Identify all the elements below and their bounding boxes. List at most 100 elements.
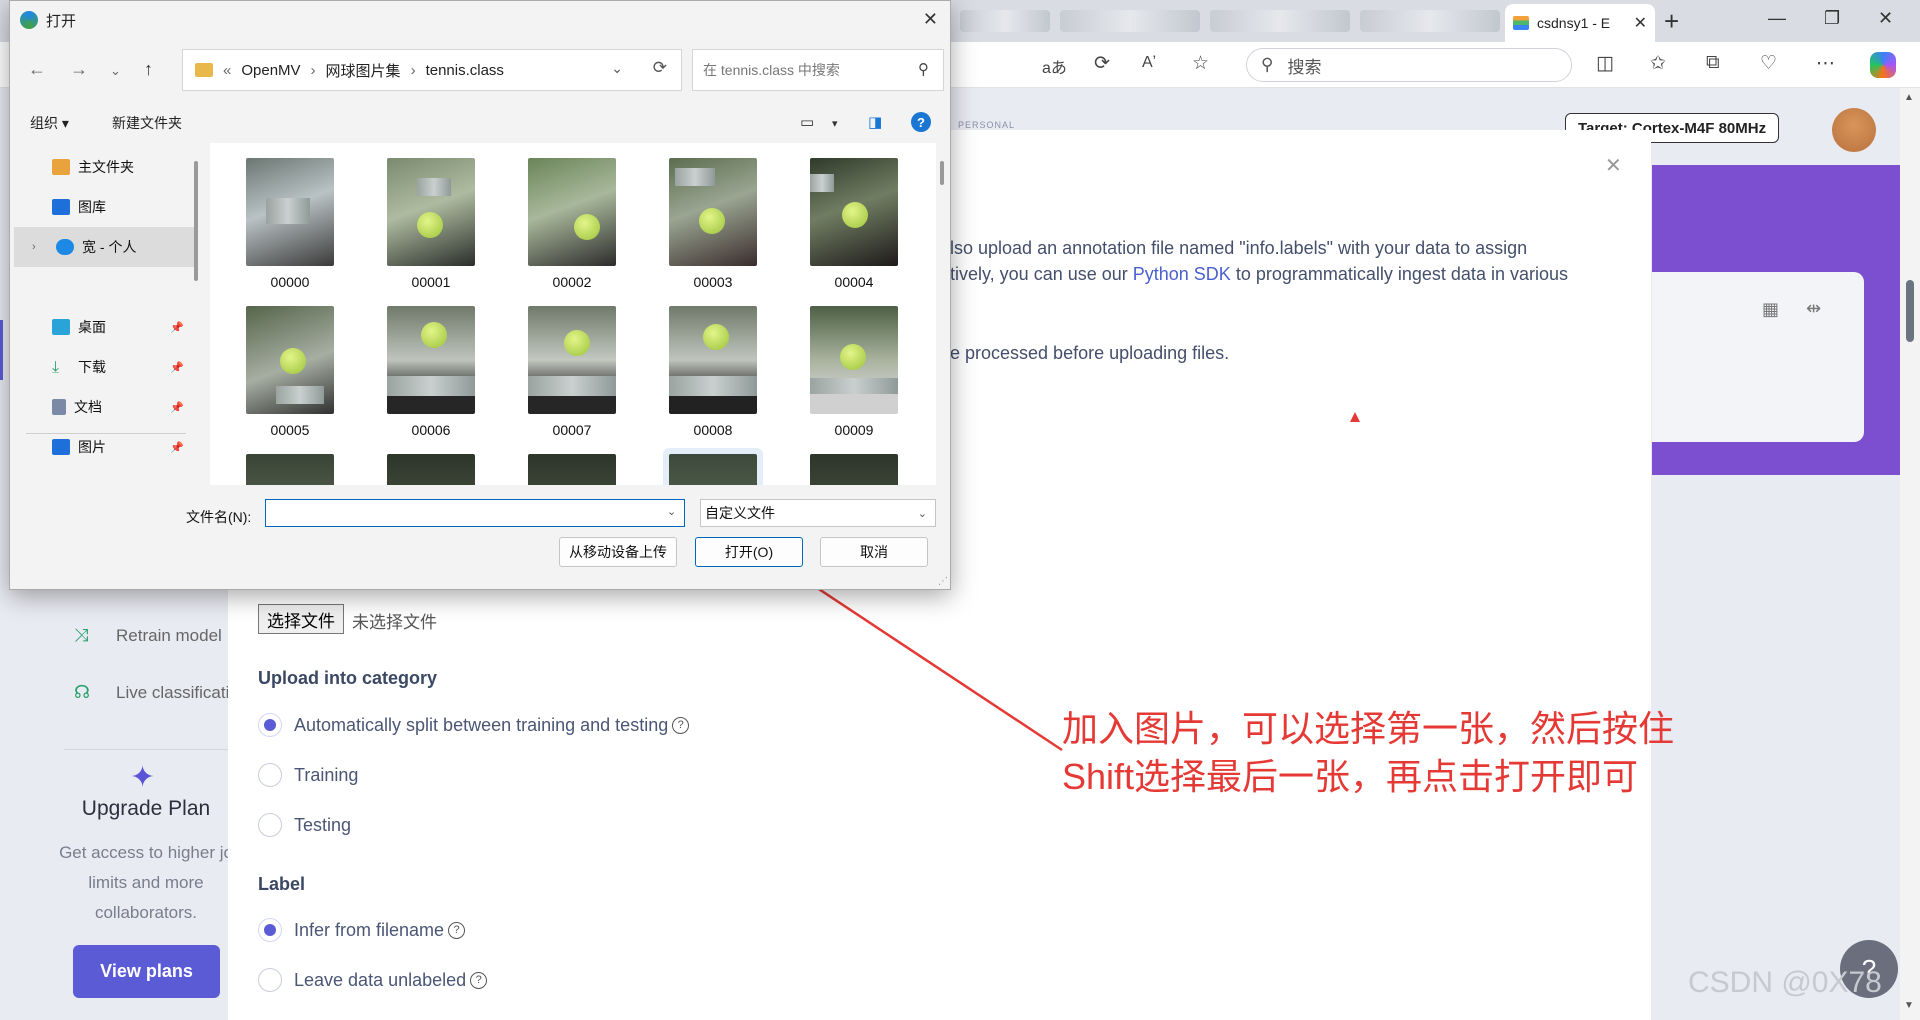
help-icon[interactable]: ? <box>672 716 690 734</box>
blurred-tab[interactable] <box>960 10 1050 32</box>
organize-button[interactable]: 组织 ▾ <box>30 113 69 133</box>
upload-from-mobile-button[interactable]: 从移动设备上传 <box>559 537 677 567</box>
radio-infer-filename[interactable]: Infer from filename ? <box>258 918 466 942</box>
recent-chevron-icon[interactable]: ⌄ <box>110 63 121 79</box>
radio-button[interactable] <box>258 968 282 992</box>
split-screen-icon[interactable]: ◫ <box>1596 52 1614 75</box>
file-item[interactable]: 00003 <box>669 158 757 290</box>
resize-grip-icon[interactable]: ⋰ <box>938 576 948 587</box>
forward-arrow-icon[interactable]: → <box>70 59 88 80</box>
preview-pane-icon[interactable]: ◨ <box>868 113 882 131</box>
active-tab[interactable]: csdnsy1 - E ✕ <box>1505 4 1655 42</box>
choose-file-button[interactable]: 选择文件 <box>258 604 344 634</box>
sidebar-item-retrain[interactable]: ⤨ Retrain model <box>74 625 222 646</box>
pin-icon[interactable]: 📌 <box>170 401 184 414</box>
radio-button[interactable] <box>258 763 282 787</box>
copilot-icon[interactable] <box>1870 52 1896 78</box>
modal-description-line1: lso upload an annotation file named "inf… <box>950 238 1528 258</box>
file-item[interactable]: 00004 <box>810 158 898 290</box>
chevron-down-icon[interactable]: ⌄ <box>667 505 676 518</box>
file-item[interactable] <box>528 454 616 485</box>
translate-icon[interactable]: aあ <box>1042 54 1067 78</box>
new-folder-button[interactable]: 新建文件夹 <box>112 113 182 133</box>
favorite-star-icon[interactable]: ☆ <box>1192 52 1209 75</box>
pin-icon[interactable]: 📌 <box>170 321 184 334</box>
filename-input[interactable] <box>265 499 685 527</box>
breadcrumb-item[interactable]: tennis.class <box>426 62 504 79</box>
sidebar-item-onedrive[interactable]: › 宽 - 个人 <box>14 227 194 267</box>
file-item[interactable]: 00007 <box>528 306 616 438</box>
restore-icon[interactable]: ❐ <box>1824 8 1840 29</box>
dialog-close-icon[interactable]: ✕ <box>923 9 938 30</box>
scroll-up-icon[interactable]: ▲ <box>1904 92 1914 103</box>
radio-leave-unlabeled[interactable]: Leave data unlabeled ? <box>258 968 488 992</box>
health-icon[interactable]: ♡ <box>1760 52 1777 75</box>
pin-icon[interactable]: 📌 <box>170 441 184 454</box>
more-menu-icon[interactable]: ⋯ <box>1816 52 1835 75</box>
radio-button[interactable] <box>258 713 282 737</box>
blurred-tab[interactable] <box>1060 10 1200 32</box>
view-dropdown-icon[interactable]: ▾ <box>832 117 838 130</box>
help-icon[interactable]: ? <box>470 971 488 989</box>
read-aloud-icon[interactable]: Aʼ <box>1142 54 1156 72</box>
breadcrumb-item[interactable]: OpenMV <box>241 62 300 79</box>
sidebar-item-live-classification[interactable]: ☊ Live classificati <box>74 682 229 703</box>
file-item[interactable]: 00008 <box>669 306 757 438</box>
file-item[interactable] <box>246 454 334 485</box>
window-close-icon[interactable]: ✕ <box>1878 8 1893 29</box>
sidebar-item-pictures[interactable]: 图片 📌 <box>10 427 190 467</box>
close-tab-icon[interactable]: ✕ <box>1634 13 1647 33</box>
address-bar[interactable]: « OpenMV › 网球图片集 › tennis.class ⌄ ⟳ <box>182 49 682 91</box>
dialog-search-input[interactable]: 在 tennis.class 中搜索 ⚲ <box>692 49 944 91</box>
minimize-icon[interactable]: — <box>1768 8 1786 29</box>
up-arrow-icon[interactable]: ↑ <box>144 59 153 80</box>
view-mode-icon[interactable]: ▭ <box>800 113 814 131</box>
radio-training[interactable]: Training <box>258 763 358 787</box>
help-icon[interactable]: ? <box>448 921 466 939</box>
back-arrow-icon[interactable]: ← <box>28 59 46 80</box>
scroll-thumb[interactable] <box>1906 280 1914 342</box>
file-item[interactable]: 00000 <box>246 158 334 290</box>
sidebar-item-desktop[interactable]: 桌面 📌 <box>10 307 190 347</box>
collections-icon[interactable]: ⧉ <box>1706 52 1720 74</box>
refresh-icon[interactable]: ⟳ <box>653 58 667 78</box>
pin-icon[interactable]: 📌 <box>170 361 184 374</box>
breadcrumb-item[interactable]: 网球图片集 <box>326 60 401 81</box>
sidebar-scrollbar[interactable] <box>194 161 198 281</box>
radio-auto-split[interactable]: Automatically split between training and… <box>258 713 690 737</box>
favorites-icon[interactable]: ✩ <box>1650 52 1666 75</box>
radio-button[interactable] <box>258 813 282 837</box>
chevron-right-icon[interactable]: › <box>32 241 36 253</box>
avatar[interactable] <box>1832 108 1876 152</box>
python-sdk-link[interactable]: Python SDK <box>1133 264 1231 284</box>
filetype-select[interactable]: 自定义文件 ⌄ <box>700 499 936 527</box>
file-item[interactable]: 00009 <box>810 306 898 438</box>
file-item[interactable]: 00002 <box>528 158 616 290</box>
blurred-tab[interactable] <box>1360 10 1500 32</box>
grid-scrollbar[interactable] <box>940 161 944 185</box>
radio-button[interactable] <box>258 918 282 942</box>
browser-search-box[interactable]: ⚲ 搜索 <box>1246 48 1572 82</box>
sidebar-item-downloads[interactable]: ⤓ 下载 📌 <box>10 347 190 387</box>
file-item[interactable]: 00006 <box>387 306 475 438</box>
open-button[interactable]: 打开(O) <box>695 537 803 567</box>
sidebar-item-documents[interactable]: 文档 📌 <box>10 387 190 427</box>
blurred-tab[interactable] <box>1210 10 1350 32</box>
sidebar-item-gallery[interactable]: 图库 <box>10 187 190 227</box>
chevron-down-icon[interactable]: ⌄ <box>611 60 623 77</box>
scroll-down-icon[interactable]: ▼ <box>1904 1000 1914 1011</box>
sidebar-item-home[interactable]: 主文件夹 <box>10 147 190 187</box>
file-item[interactable] <box>669 454 757 485</box>
cancel-button[interactable]: 取消 <box>820 537 928 567</box>
file-item[interactable] <box>387 454 475 485</box>
sync-icon[interactable]: ⟳ <box>1094 52 1110 75</box>
new-tab-button[interactable]: + <box>1664 6 1679 37</box>
view-plans-button[interactable]: View plans <box>73 945 220 998</box>
file-item[interactable]: 00005 <box>246 306 334 438</box>
radio-testing[interactable]: Testing <box>258 813 351 837</box>
close-icon[interactable]: ✕ <box>1605 153 1622 178</box>
file-item[interactable] <box>810 454 898 485</box>
page-scrollbar[interactable] <box>1900 88 1920 1020</box>
file-item[interactable]: 00001 <box>387 158 475 290</box>
dialog-help-icon[interactable]: ? <box>911 112 931 132</box>
